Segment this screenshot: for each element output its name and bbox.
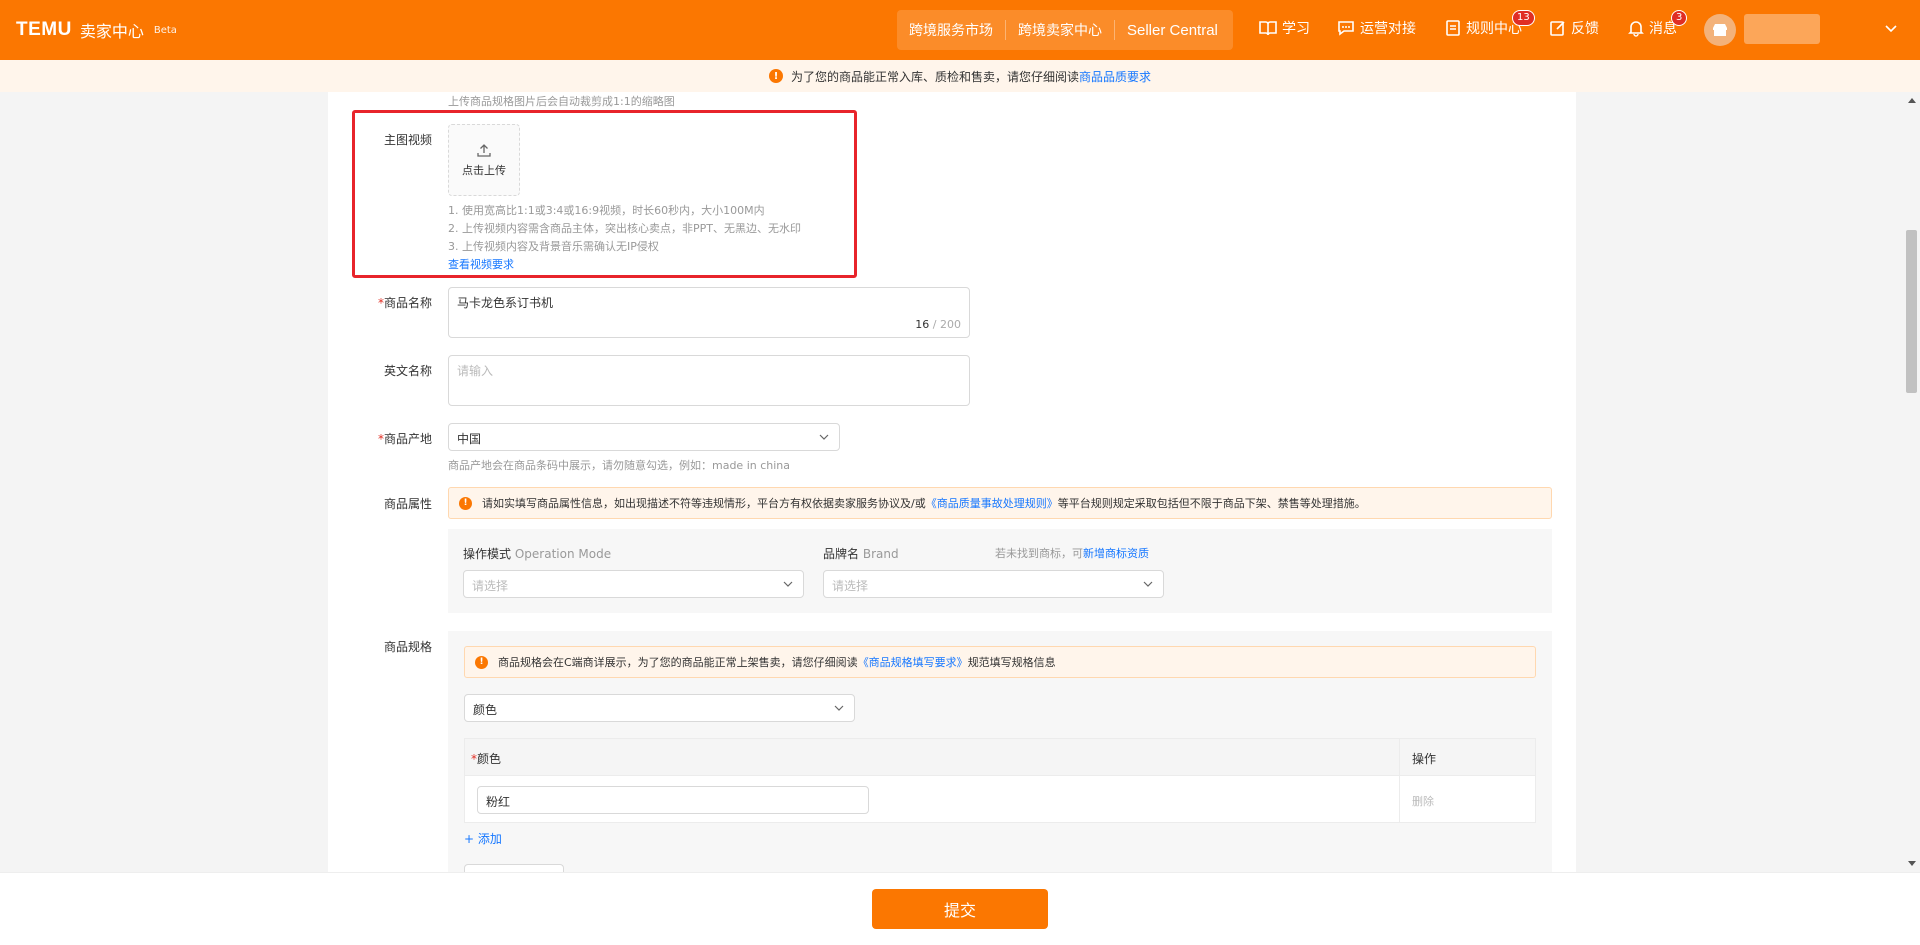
feedback-label: 反馈 — [1571, 21, 1599, 37]
scroll-down-icon[interactable] — [1907, 860, 1917, 868]
scrollbar-track[interactable] — [1903, 92, 1920, 872]
spec-warning: ! 商品规格会在C端商详展示，为了您的商品能正常上架售卖，请您仔细阅读 《商品规格… — [464, 646, 1536, 678]
spec-table: *颜色 操作 粉红 删除 — [464, 738, 1536, 823]
chat-icon — [1338, 21, 1354, 36]
notice-text: 为了您的商品能正常入库、质检和售卖，请您仔细阅读 — [790, 69, 1079, 84]
attributes-warning: ! 请如实填写商品属性信息，如出现描述不符等违规情形，平台方有权依据卖家服务协议… — [448, 487, 1552, 519]
spec-type-select[interactable]: 颜色 — [464, 694, 855, 722]
add-trademark-link[interactable]: 新增商标资质 — [1083, 547, 1149, 560]
chevron-down-icon — [834, 705, 844, 711]
ops-contact-label: 运营对接 — [1360, 21, 1416, 37]
book-icon — [1259, 21, 1277, 36]
product-name-counter: 16 / 200 — [915, 318, 961, 331]
product-name-input[interactable]: 马卡龙色系订书机 16 / 200 — [448, 287, 970, 338]
nav-cross-border-market[interactable]: 跨境服务市场 — [897, 20, 1006, 40]
chevron-down-icon — [819, 434, 829, 440]
brand-hint: 若未找到商标，可新增商标资质 — [995, 547, 1149, 560]
spec-table-header — [465, 739, 1535, 776]
beta-tag: Beta — [153, 24, 177, 36]
color-value-input[interactable]: 粉红 — [477, 786, 869, 814]
warning-icon: ! — [768, 69, 783, 83]
chevron-down-icon — [783, 581, 793, 587]
ops-contact-button[interactable]: 运营对接 — [1336, 18, 1416, 38]
attributes-label: 商品属性 — [383, 497, 432, 511]
store-icon — [1713, 24, 1727, 36]
brand-select[interactable]: 请选择 — [823, 570, 1164, 598]
quality-accident-rules-link[interactable]: 《商品质量事故处理规则》 — [926, 495, 1058, 511]
learn-button[interactable]: 学习 — [1258, 18, 1310, 38]
quality-notice-bar: ! 为了您的商品能正常入库、质检和售卖，请您仔细阅读 商品品质要求 — [0, 60, 1920, 92]
add-spec-row-button[interactable]: + 添加 — [464, 830, 502, 847]
operation-mode-label: 操作模式 Operation Mode — [463, 547, 612, 561]
origin-label: *商品产地 — [377, 432, 432, 446]
submit-button[interactable]: 提交 — [872, 889, 1048, 929]
top-header: TEMU 卖家中心 Beta 跨境服务市场 跨境卖家中心 Seller Cent… — [0, 0, 1920, 60]
scrollbar-thumb[interactable] — [1906, 230, 1917, 393]
english-name-label: 英文名称 — [383, 364, 432, 378]
warning-icon: ! — [475, 655, 488, 669]
seller-center-title: 卖家中心 — [79, 22, 144, 41]
action-column-header: 操作 — [1412, 752, 1437, 766]
feedback-button[interactable]: 反馈 — [1549, 18, 1599, 38]
learn-label: 学习 — [1282, 21, 1310, 37]
quality-requirements-link[interactable]: 商品品质要求 — [1079, 68, 1151, 85]
english-name-input[interactable]: 请输入 — [448, 355, 970, 406]
video-section-highlight-box — [352, 110, 857, 278]
temu-logo[interactable]: TEMU — [16, 19, 72, 41]
english-name-placeholder: 请输入 — [457, 364, 494, 378]
brand-label: 品牌名 Brand — [823, 547, 899, 561]
rules-badge: 13 — [1512, 10, 1535, 26]
edit-icon — [1550, 21, 1565, 36]
chevron-down-icon[interactable] — [1884, 24, 1898, 34]
top-nav-group: 跨境服务市场 跨境卖家中心 Seller Central — [897, 10, 1233, 50]
messages-badge: 3 — [1671, 10, 1688, 26]
store-avatar[interactable] — [1704, 14, 1736, 46]
chevron-down-icon — [1143, 581, 1153, 587]
scroll-up-icon[interactable] — [1907, 96, 1917, 104]
origin-value: 中国 — [457, 432, 482, 446]
bell-icon — [1628, 21, 1644, 37]
warning-icon: ! — [459, 496, 472, 510]
spec-requirements-link[interactable]: 《商品规格填写要求》 — [858, 654, 968, 670]
document-icon — [1446, 20, 1460, 36]
origin-hint: 商品产地会在商品条码中展示，请勿随意勾选，例如：made in china — [448, 459, 791, 472]
product-name-label: *商品名称 — [377, 296, 432, 310]
user-name-blurred[interactable] — [1744, 14, 1820, 44]
image-crop-hint: 上传商品规格图片后会自动裁剪成1:1的缩略图 — [448, 95, 675, 108]
rules-center-button[interactable]: 规则中心 13 — [1444, 10, 1535, 38]
origin-select[interactable]: 中国 — [448, 423, 840, 451]
spec-label: 商品规格 — [383, 640, 432, 654]
nav-cross-border-seller[interactable]: 跨境卖家中心 — [1006, 20, 1115, 40]
delete-row-button[interactable]: 删除 — [1412, 793, 1434, 809]
color-column-header: *颜色 — [471, 752, 502, 766]
nav-seller-central[interactable]: Seller Central — [1115, 22, 1230, 39]
product-name-value: 马卡龙色系订书机 — [457, 296, 554, 310]
messages-button[interactable]: 消息 3 — [1627, 10, 1688, 38]
operation-mode-select[interactable]: 请选择 — [463, 570, 804, 598]
